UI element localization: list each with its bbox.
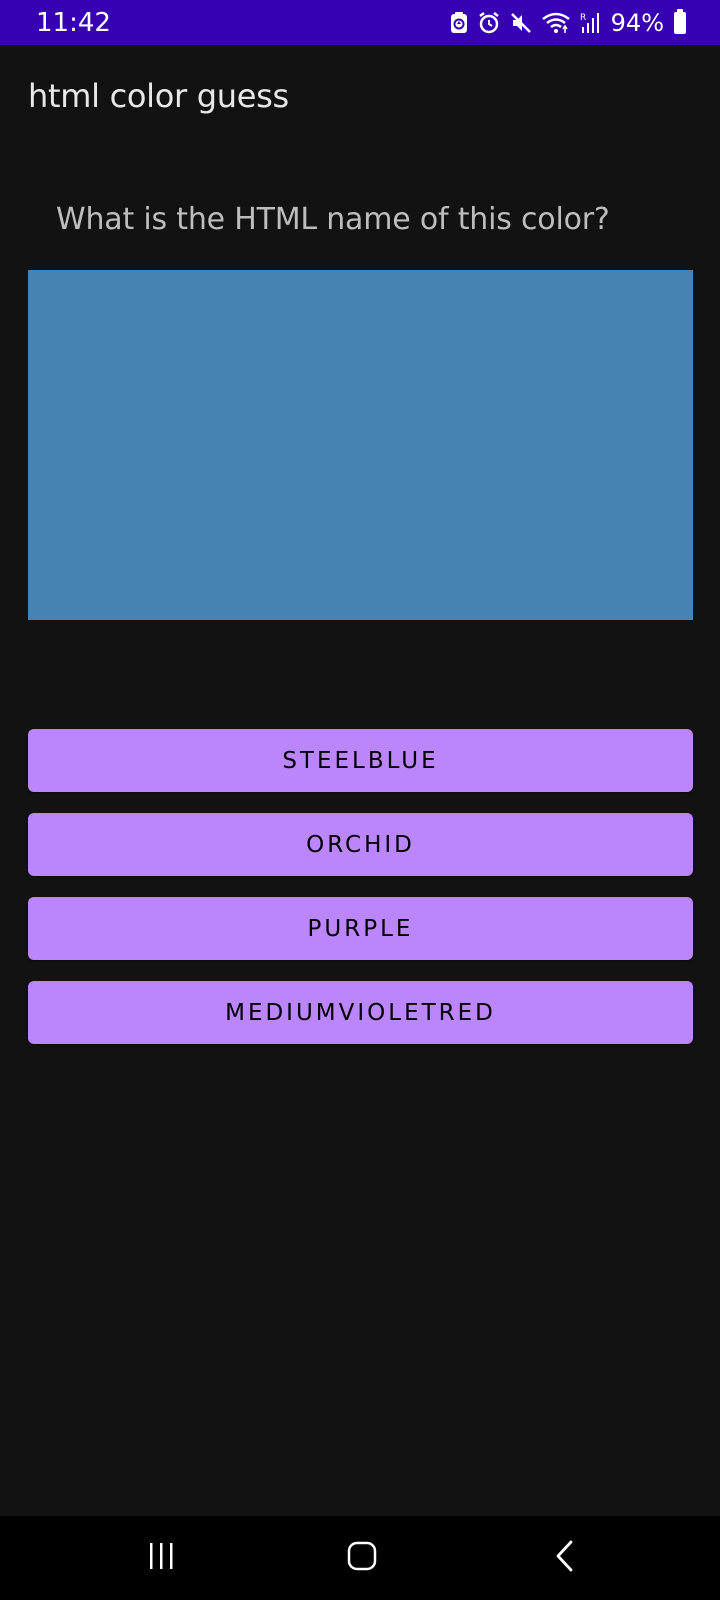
answer-button-purple[interactable]: PURPLE <box>28 897 693 960</box>
svg-text:R: R <box>580 13 586 23</box>
back-icon <box>553 1540 577 1577</box>
home-icon <box>347 1541 377 1576</box>
app-title: html color guess <box>28 77 289 115</box>
answer-button-steelblue[interactable]: STEELBLUE <box>28 729 693 792</box>
signal-icon: R <box>579 11 601 35</box>
status-time: 11:42 <box>36 8 111 38</box>
answer-button-mediumvioletred[interactable]: MEDIUMVIOLETRED <box>28 981 693 1044</box>
home-button[interactable] <box>332 1538 392 1578</box>
back-button[interactable] <box>535 1538 595 1578</box>
battery-percent: 94% <box>610 9 664 37</box>
answer-button-orchid[interactable]: ORCHID <box>28 813 693 876</box>
status-icons: R 94% <box>449 9 686 37</box>
question-text: What is the HTML name of this color? <box>56 202 610 237</box>
color-swatch <box>28 270 693 620</box>
status-bar: 11:42 R 94% <box>0 0 720 45</box>
alarm-icon <box>477 11 501 35</box>
navigation-bar <box>0 1516 720 1600</box>
wifi-icon <box>541 11 571 35</box>
recents-icon <box>147 1542 177 1575</box>
mute-icon <box>509 11 533 35</box>
battery-icon <box>674 9 686 34</box>
recents-button[interactable] <box>132 1538 192 1578</box>
android-auto-icon <box>449 11 469 35</box>
